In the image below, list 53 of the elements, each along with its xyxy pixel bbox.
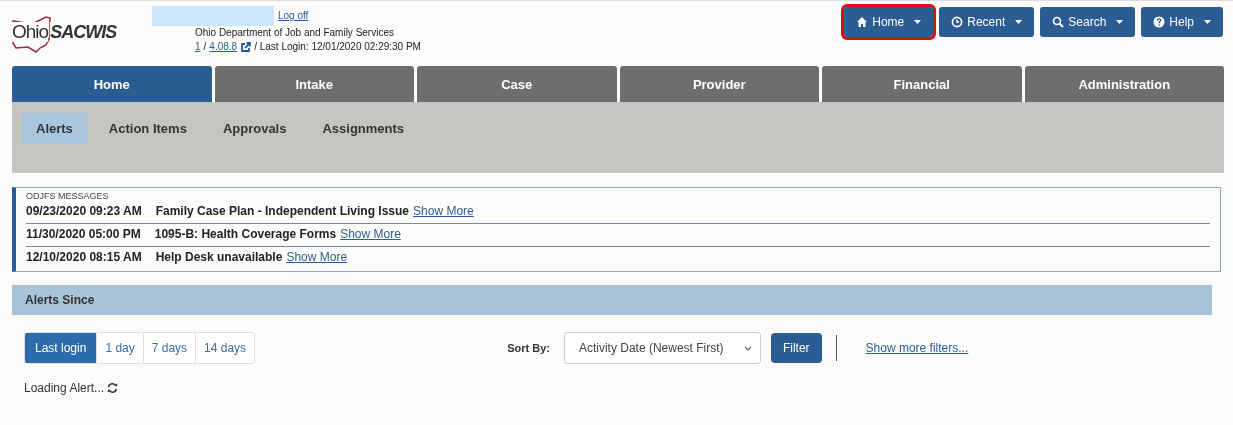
show-more-link[interactable]: Show More — [286, 250, 348, 264]
last-login-text: / Last Login: 12/01/2020 02:29:30 PM — [254, 40, 421, 54]
sub-tab[interactable]: Alerts — [22, 113, 87, 144]
home-icon — [856, 16, 869, 28]
main-tab[interactable]: Financial — [822, 66, 1022, 102]
more-filters-link[interactable]: Show more filters... — [865, 341, 969, 355]
main-tab[interactable]: Intake — [214, 66, 414, 102]
version-link[interactable]: 4.08.8 — [209, 40, 238, 54]
filter-button[interactable]: Filter — [770, 333, 822, 363]
nav-menu-button[interactable]: Help — [1141, 7, 1223, 37]
clock-icon — [951, 16, 964, 28]
chevron-icon — [743, 345, 752, 351]
loading-text: Loading Alert... — [24, 381, 105, 395]
message-title: 1095-B: Health Coverage Forms — [154, 227, 337, 241]
message-time: 11/30/2020 05:00 PM — [26, 227, 141, 241]
range-button[interactable]: 1 day — [96, 333, 143, 363]
main-tab[interactable]: Administration — [1024, 66, 1224, 102]
main-tab[interactable]: Case — [417, 66, 617, 102]
caret-icon — [1116, 20, 1124, 24]
main-tab[interactable]: Provider — [619, 66, 819, 102]
logoff-link[interactable]: Log off — [278, 9, 309, 23]
sub-tab[interactable]: Action Items — [94, 113, 201, 144]
show-more-link[interactable]: Show More — [413, 204, 474, 218]
caret-icon — [1204, 20, 1211, 24]
range-button[interactable]: Last login — [25, 333, 97, 363]
logo-text: SACWIS — [50, 22, 117, 42]
nav-menu-button[interactable]: Recent — [939, 7, 1035, 37]
message-time: 09/23/2020 09:23 AM — [26, 204, 142, 218]
help-icon — [1153, 16, 1166, 28]
show-more-link[interactable]: Show More — [340, 227, 401, 241]
caret-icon — [914, 20, 922, 24]
message-title: Help Desk unavailable — [155, 250, 283, 264]
instance-link[interactable]: 1 — [195, 40, 201, 54]
panel-title: ODJFS MESSAGES — [26, 191, 110, 201]
range-button[interactable]: 7 days — [142, 333, 196, 363]
caret-icon — [1015, 20, 1023, 24]
sub-tab[interactable]: Approvals — [208, 113, 301, 144]
message-title: Family Case Plan - Independent Living Issue — [155, 204, 410, 218]
sort-label: Sort By: — [507, 342, 550, 354]
refresh-icon — [106, 382, 120, 394]
logo-text: Ohio — [12, 22, 49, 42]
range-button[interactable]: 14 days — [195, 333, 255, 363]
sub-tab[interactable]: Assignments — [308, 113, 419, 144]
section-title: Alerts Since — [25, 293, 95, 307]
nav-menu-button[interactable]: Home — [844, 7, 934, 37]
separator: / — [203, 40, 207, 54]
main-tab[interactable]: Home — [12, 66, 212, 102]
external-link-icon[interactable] — [240, 41, 252, 53]
agency-name: Ohio Department of Job and Family Services — [195, 26, 395, 40]
sort-dropdown[interactable]: Activity Date (Newest First) — [563, 332, 761, 364]
nav-menu-button[interactable]: Search — [1040, 7, 1136, 37]
message-time: 12/10/2020 08:15 AM — [26, 250, 142, 264]
search-icon — [1052, 16, 1065, 28]
